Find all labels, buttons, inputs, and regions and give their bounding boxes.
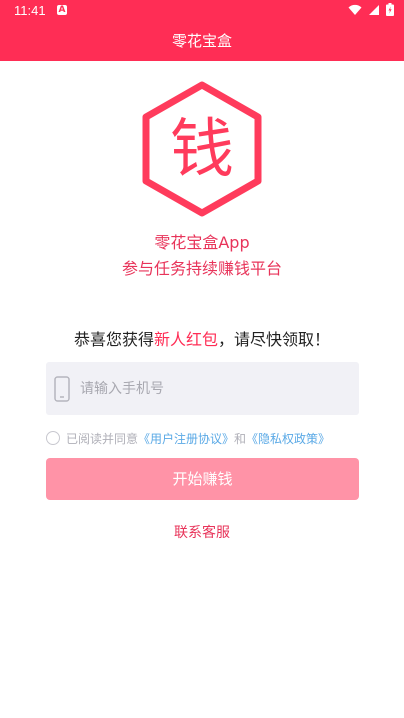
welcome-message: 恭喜您获得新人红包，请尽快领取！ <box>0 326 404 350</box>
agree-checkbox[interactable] <box>46 431 60 445</box>
status-time: 11:41 <box>14 3 46 18</box>
notification-icon: A <box>57 5 67 15</box>
welcome-highlight: 新人红包 <box>153 330 218 349</box>
agreement-conjunction: 和 <box>234 431 247 446</box>
battery-icon <box>386 3 394 16</box>
status-icons <box>348 3 394 16</box>
money-logo-icon: 钱 <box>142 81 262 217</box>
agreement-prefix: 已阅读并同意 <box>66 431 139 446</box>
welcome-prefix: 恭喜您获得 <box>73 330 154 349</box>
logo-glyph: 钱 <box>170 113 234 187</box>
phone-input[interactable] <box>80 362 350 415</box>
welcome-suffix: ，请尽快领取！ <box>218 330 331 349</box>
user-agreement-link[interactable]: 《用户注册协议》 <box>138 430 234 447</box>
agreement-row: 已阅读并同意 《用户注册协议》 和 《隐私权政策》 <box>46 429 330 447</box>
wifi-icon <box>348 4 362 15</box>
privacy-policy-link[interactable]: 《隐私权政策》 <box>246 430 330 447</box>
app-bar-title: 零花宝盒 <box>171 32 232 50</box>
phone-field[interactable] <box>46 362 359 415</box>
contact-support-link[interactable]: 联系客服 <box>0 522 404 542</box>
status-bar: 11:41 A <box>0 0 404 22</box>
app-name: 零花宝盒App <box>154 233 250 252</box>
app-slogan: 参与任务持续赚钱平台 <box>121 259 282 278</box>
signal-icon <box>369 4 379 15</box>
mobile-phone-icon <box>54 376 70 402</box>
start-earning-button[interactable]: 开始赚钱 <box>46 458 359 500</box>
app-bar: 零花宝盒 <box>0 22 404 61</box>
